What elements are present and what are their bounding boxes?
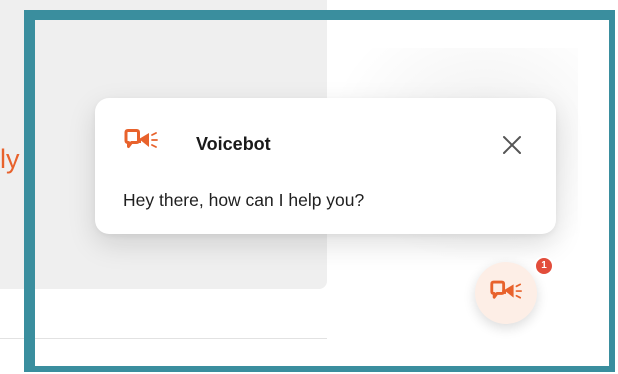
popup-message: Hey there, how can I help you? — [123, 190, 365, 210]
background-divider — [0, 338, 327, 339]
voicebot-logo-icon — [124, 129, 158, 148]
voicebot-launcher-button[interactable] — [475, 262, 537, 324]
notification-badge: 1 — [534, 256, 554, 276]
voicebot-logo-icon — [490, 280, 523, 299]
voicebot-greeting-popup[interactable]: Voicebot Hey there, how can I help you? — [95, 98, 556, 234]
popup-title: Voicebot — [196, 134, 271, 154]
background-partial-text: ly — [0, 144, 20, 174]
close-icon[interactable] — [498, 132, 526, 158]
